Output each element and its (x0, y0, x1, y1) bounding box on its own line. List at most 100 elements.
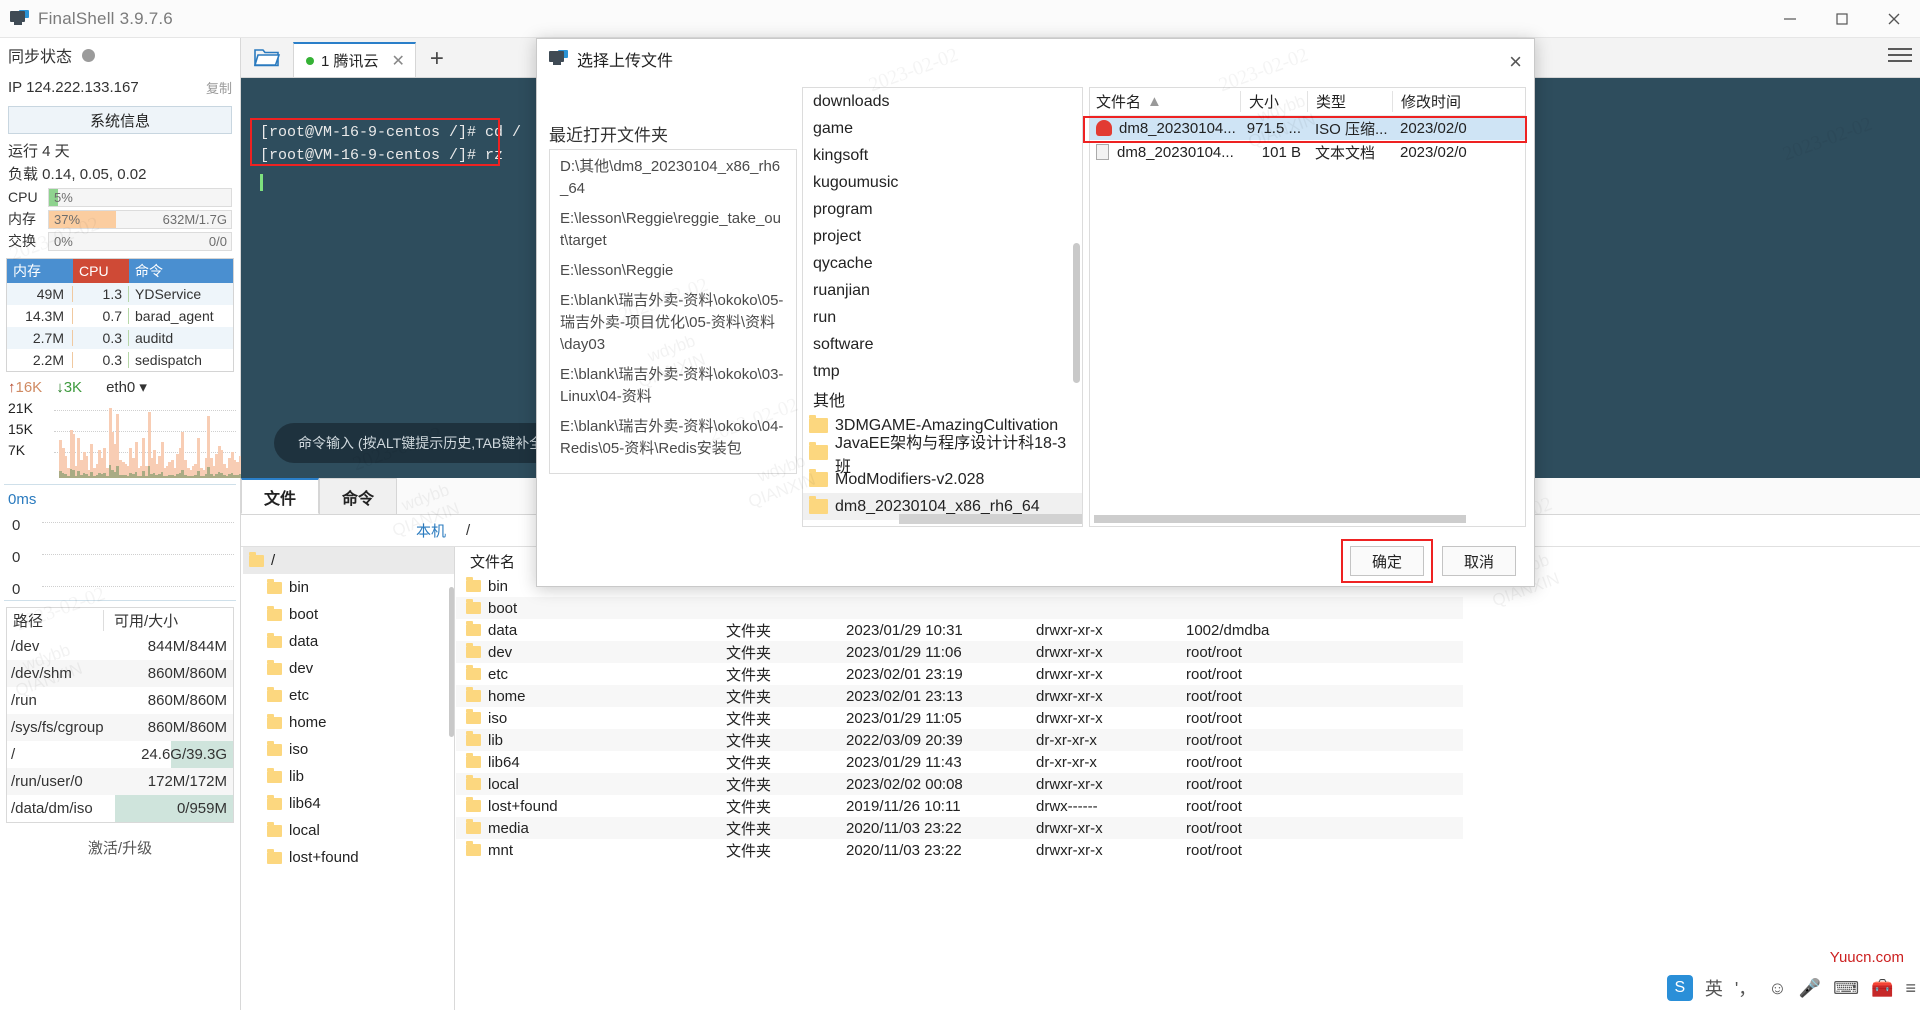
folder-browser-item[interactable]: software (803, 331, 1082, 358)
folder-browser-item[interactable]: tmp (803, 358, 1082, 385)
disk-row[interactable]: /run/user/0 172M/172M (7, 768, 233, 795)
table-row[interactable]: iso 文件夹 2023/01/29 11:05 drwxr-xr-x root/roo… (456, 707, 1463, 729)
recent-folder-item[interactable]: E:\lesson\Reggie (560, 260, 785, 282)
tree-item[interactable]: bin (243, 574, 454, 601)
disk-row[interactable]: /data/dm/iso 0/959M (7, 795, 233, 822)
table-row[interactable]: lib64 文件夹 2023/01/29 11:43 dr-xr-xr-x root/r… (456, 751, 1463, 773)
dialog-file-row[interactable]: dm8_20230104... 101 B 文本文档 2023/02/0 (1090, 140, 1525, 164)
recent-folder-item[interactable]: D:\其他\dm8_20230104_x86_rh6_64 (560, 156, 785, 200)
menu-icon[interactable] (1888, 44, 1912, 66)
recent-folder-item[interactable]: E:\blank\瑞吉外卖-资料\okoko\05-瑞吉外卖-项目优化\05-资… (560, 290, 785, 356)
language-indicator[interactable]: 英 (1705, 975, 1723, 1001)
table-row[interactable]: boot (456, 597, 1463, 619)
recent-folder-item[interactable]: E:\lesson\Reggie\reggie_take_out\target (560, 208, 785, 252)
tree-item[interactable]: lib64 (243, 790, 454, 817)
directory-tree[interactable]: / bin boot data dev etc home iso lib lib64 local lo… (243, 547, 455, 1010)
table-row[interactable]: home 文件夹 2023/02/01 23:13 drwxr-xr-x root/ro… (456, 685, 1463, 707)
toolbox-icon[interactable]: 🧰 (1871, 978, 1893, 999)
table-row[interactable]: lost+found 文件夹 2019/11/26 10:11 drwx------ r… (456, 795, 1463, 817)
ime-menu-icon[interactable]: ≡ (1905, 978, 1916, 999)
recent-folders-list[interactable]: D:\其他\dm8_20230104_x86_rh6_64 E:\lesson\R… (549, 149, 797, 474)
tree-item[interactable]: local (243, 817, 454, 844)
tree-item[interactable]: etc (243, 682, 454, 709)
new-tab-button[interactable]: + (430, 45, 444, 77)
disk-size: 172M/172M (147, 773, 227, 790)
file-browser-hscrollbar[interactable] (1094, 515, 1466, 523)
tree-item[interactable]: lib (243, 763, 454, 790)
system-info-button[interactable]: 系统信息 (8, 106, 232, 134)
dlg-col-size[interactable]: 大小 (1240, 91, 1307, 112)
remote-file-list[interactable]: 文件名 类型 修改时间 权限 所有者 binbootdata文件夹2023/01… (456, 547, 1463, 1010)
folder-browser-item[interactable]: game (803, 115, 1082, 142)
tree-item[interactable]: dev (243, 655, 454, 682)
close-button[interactable] (1868, 0, 1920, 38)
punctuation-icon[interactable]: '， (1735, 975, 1756, 1001)
tree-item[interactable]: boot (243, 601, 454, 628)
folder-browser-item[interactable]: run (803, 304, 1082, 331)
file-modified: 2022/03/09 20:39 (846, 731, 963, 749)
tree-item[interactable]: / (243, 547, 454, 574)
table-row[interactable]: media 文件夹 2020/11/03 23:22 drwxr-xr-x root/r… (456, 817, 1463, 839)
recent-folder-item[interactable]: E:\blank\瑞吉外卖-资料\okoko\04-Redis\05-资料\Re… (560, 416, 785, 460)
local-machine-link[interactable]: 本机 (416, 523, 446, 540)
table-row[interactable]: dev 文件夹 2023/01/29 11:06 drwxr-xr-x root/roo… (456, 641, 1463, 663)
cancel-button[interactable]: 取消 (1442, 546, 1516, 576)
process-row[interactable]: 49M 1.3 YDService (7, 283, 233, 305)
disk-row[interactable]: /sys/fs/cgroup 860M/860M (7, 714, 233, 741)
table-row[interactable]: local 文件夹 2023/02/02 00:08 drwxr-xr-x root/r… (456, 773, 1463, 795)
folder-browser-hscrollbar[interactable] (899, 514, 1082, 524)
copy-button[interactable]: 复制 (206, 78, 232, 97)
activate-upgrade-link[interactable]: 激活/升级 (0, 837, 240, 858)
folder-browser-item[interactable]: kugoumusic (803, 169, 1082, 196)
session-tab[interactable]: 1 腾讯云 ✕ (293, 42, 416, 77)
table-row[interactable]: mnt 文件夹 2020/11/03 23:22 drwxr-xr-x root/roo… (456, 839, 1463, 861)
table-row[interactable]: etc 文件夹 2023/02/01 23:19 drwxr-xr-x root/roo… (456, 663, 1463, 685)
folder-browser-item[interactable]: ruanjian (803, 277, 1082, 304)
file-browser[interactable]: 文件名 ▲ 大小 类型 修改时间 dm8_20230104... 971.5 ..… (1083, 87, 1527, 527)
disk-path: /data/dm/iso (11, 800, 93, 817)
tab-commands[interactable]: 命令 (319, 478, 398, 514)
disk-row[interactable]: /run 860M/860M (7, 687, 233, 714)
folder-browser-item[interactable]: project (803, 223, 1082, 250)
maximize-button[interactable] (1816, 0, 1868, 38)
folder-icon (466, 797, 481, 812)
process-row[interactable]: 2.7M 0.3 auditd (7, 327, 233, 349)
dlg-col-modified[interactable]: 修改时间 (1392, 91, 1525, 112)
dlg-col-filename[interactable]: 文件名 ▲ (1090, 91, 1240, 112)
disk-row[interactable]: /dev/shm 860M/860M (7, 660, 233, 687)
tree-item[interactable]: iso (243, 736, 454, 763)
tab-close-icon[interactable]: ✕ (392, 51, 405, 71)
dialog-close-icon[interactable]: × (1509, 49, 1522, 75)
file-owner: root/root (1186, 709, 1242, 727)
emoji-icon[interactable]: ☺ (1768, 978, 1786, 999)
tree-item[interactable]: data (243, 628, 454, 655)
folder-browser-item[interactable]: kingsoft (803, 142, 1082, 169)
folder-browser-item[interactable]: 其他 (803, 385, 1082, 412)
folder-browser-item[interactable]: downloads (803, 88, 1082, 115)
disk-row[interactable]: / 24.6G/39.3G (7, 741, 233, 768)
sogou-icon[interactable]: S (1666, 975, 1693, 1001)
recent-folder-item[interactable]: E:\blank\瑞吉外卖-资料\okoko\03-Linux\04-资料 (560, 364, 785, 408)
tree-item[interactable]: home (243, 709, 454, 736)
folder-browser-item[interactable]: program (803, 196, 1082, 223)
tree-item[interactable]: lost+found (243, 844, 454, 871)
folder-browser-item[interactable]: qycache (803, 250, 1082, 277)
open-folder-icon[interactable] (241, 37, 293, 77)
folder-browser-scrollbar[interactable] (1073, 243, 1080, 383)
disk-row[interactable]: /dev 844M/844M (7, 633, 233, 660)
folder-browser-item[interactable]: JavaEE架构与程序设计计科18-3班 (803, 435, 1082, 476)
process-row[interactable]: 2.2M 0.3 sedispatch (7, 349, 233, 371)
dlg-col-type[interactable]: 类型 (1307, 91, 1392, 112)
ok-button[interactable]: 确定 (1350, 546, 1424, 576)
minimize-button[interactable] (1764, 0, 1816, 38)
folder-browser[interactable]: downloads game kingsoft kugoumusic program pr… (802, 87, 1083, 527)
tree-scrollbar[interactable] (449, 587, 454, 737)
microphone-icon[interactable]: 🎤 (1799, 978, 1821, 999)
tab-files[interactable]: 文件 (241, 478, 320, 514)
keyboard-icon[interactable]: ⌨ (1833, 978, 1859, 999)
table-row[interactable]: data 文件夹 2023/01/29 10:31 drwxr-xr-x 1002/dm… (456, 619, 1463, 641)
process-row[interactable]: 14.3M 0.7 barad_agent (7, 305, 233, 327)
network-interface-select[interactable]: eth0 ▾ (106, 378, 147, 396)
table-row[interactable]: lib 文件夹 2022/03/09 20:39 dr-xr-xr-x root/roo… (456, 729, 1463, 751)
current-path[interactable]: / (466, 522, 470, 539)
